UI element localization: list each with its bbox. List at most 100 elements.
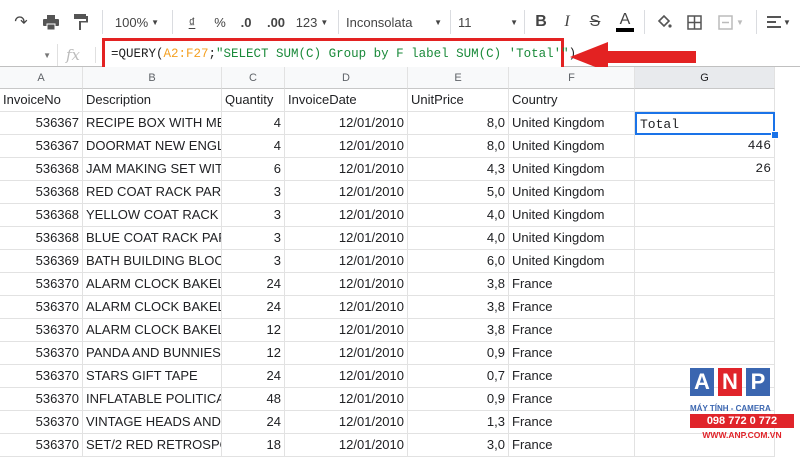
cell[interactable]: 12/01/2010 xyxy=(285,204,408,227)
cell[interactable]: 0,9 xyxy=(408,388,509,411)
cell[interactable] xyxy=(635,296,775,319)
cell[interactable]: 536368 xyxy=(0,158,83,181)
cell[interactable]: SET/2 RED RETROSPOT TEA TOWELS xyxy=(83,434,222,457)
cell[interactable]: France xyxy=(509,319,635,342)
font-size-select[interactable]: 11 ▼ xyxy=(458,8,518,36)
cell[interactable]: 536369 xyxy=(0,250,83,273)
cell[interactable]: 12/01/2010 xyxy=(285,365,408,388)
fill-color-icon[interactable] xyxy=(652,8,676,36)
cell[interactable]: BLUE COAT RACK PARIS FASHION xyxy=(83,227,222,250)
cell[interactable]: STARS GIFT TAPE xyxy=(83,365,222,388)
cell[interactable]: 1,3 xyxy=(408,411,509,434)
fill-handle[interactable] xyxy=(771,131,779,139)
cell[interactable]: 24 xyxy=(222,411,285,434)
cell[interactable]: United Kingdom xyxy=(509,135,635,158)
cell[interactable]: YELLOW COAT RACK PARIS FASHION xyxy=(83,204,222,227)
cell[interactable]: 4,3 xyxy=(408,158,509,181)
cell[interactable]: 24 xyxy=(222,273,285,296)
cell[interactable]: 4,0 xyxy=(408,227,509,250)
cell[interactable]: VINTAGE HEADS AND TAILS CARD GAME xyxy=(83,411,222,434)
cell[interactable]: PANDA AND BUNNIES STICKER SHEET xyxy=(83,342,222,365)
cell[interactable]: 4 xyxy=(222,112,285,135)
decrease-decimal-button[interactable]: .0 xyxy=(234,8,258,36)
column-header-g[interactable]: G xyxy=(635,67,775,89)
cell[interactable]: 6,0 xyxy=(408,250,509,273)
cell[interactable]: France xyxy=(509,388,635,411)
cell[interactable]: 3,0 xyxy=(408,434,509,457)
cell[interactable]: 536370 xyxy=(0,342,83,365)
header-cell[interactable]: UnitPrice xyxy=(408,89,509,112)
cell[interactable]: 12/01/2010 xyxy=(285,434,408,457)
cell[interactable]: JAM MAKING SET WITH JARS xyxy=(83,158,222,181)
cell[interactable]: 24 xyxy=(222,365,285,388)
column-header-b[interactable]: B xyxy=(83,67,222,89)
cell[interactable]: 12/01/2010 xyxy=(285,112,408,135)
cell[interactable]: 48 xyxy=(222,388,285,411)
header-cell[interactable]: Quantity xyxy=(222,89,285,112)
cell[interactable]: BATH BUILDING BLOCK WORD xyxy=(83,250,222,273)
cell[interactable]: 536368 xyxy=(0,227,83,250)
cell[interactable]: 536370 xyxy=(0,273,83,296)
cell[interactable]: 18 xyxy=(222,434,285,457)
cell[interactable]: 12/01/2010 xyxy=(285,135,408,158)
cell[interactable]: 3 xyxy=(222,250,285,273)
cell[interactable]: 536367 xyxy=(0,135,83,158)
cell[interactable] xyxy=(635,204,775,227)
cell[interactable]: 536368 xyxy=(0,181,83,204)
cell[interactable]: 12/01/2010 xyxy=(285,158,408,181)
cell[interactable]: 536370 xyxy=(0,319,83,342)
cell[interactable]: ALARM CLOCK BAKELIKE GREEN xyxy=(83,319,222,342)
cell[interactable]: RECIPE BOX WITH METAL HEART xyxy=(83,112,222,135)
cell[interactable]: United Kingdom xyxy=(509,158,635,181)
cell[interactable]: 3,8 xyxy=(408,273,509,296)
cell[interactable]: United Kingdom xyxy=(509,227,635,250)
cell[interactable]: 536367 xyxy=(0,112,83,135)
bold-button[interactable]: B xyxy=(530,8,552,36)
column-header-c[interactable]: C xyxy=(222,67,285,89)
cell[interactable]: 12/01/2010 xyxy=(285,273,408,296)
cell[interactable]: 446 xyxy=(635,135,775,158)
redo-icon[interactable]: ↷ xyxy=(8,8,34,36)
cell[interactable]: 12/01/2010 xyxy=(285,296,408,319)
percent-button[interactable]: % xyxy=(208,8,232,36)
cell[interactable]: France xyxy=(509,411,635,434)
cell[interactable]: 8,0 xyxy=(408,135,509,158)
cell[interactable]: United Kingdom xyxy=(509,181,635,204)
more-formats-button[interactable]: 123 ▼ xyxy=(292,8,332,36)
cell[interactable]: 12/01/2010 xyxy=(285,227,408,250)
cell[interactable]: RED COAT RACK PARIS FASHION xyxy=(83,181,222,204)
horizontal-align-icon[interactable]: ▼ xyxy=(764,8,794,36)
cell[interactable]: 5,0 xyxy=(408,181,509,204)
cell[interactable]: 12/01/2010 xyxy=(285,319,408,342)
cell[interactable]: 12 xyxy=(222,319,285,342)
cell[interactable]: 0,9 xyxy=(408,342,509,365)
cell[interactable]: 6 xyxy=(222,158,285,181)
cell[interactable]: France xyxy=(509,365,635,388)
cell[interactable] xyxy=(635,181,775,204)
cell[interactable] xyxy=(635,250,775,273)
column-header-d[interactable]: D xyxy=(285,67,408,89)
column-header-f[interactable]: F xyxy=(509,67,635,89)
header-cell[interactable]: InvoiceDate xyxy=(285,89,408,112)
cell[interactable]: 8,0 xyxy=(408,112,509,135)
cell[interactable]: 536370 xyxy=(0,365,83,388)
paint-format-icon[interactable] xyxy=(68,8,94,36)
cell[interactable]: 4,0 xyxy=(408,204,509,227)
cell[interactable]: 26 xyxy=(635,158,775,181)
cell[interactable]: 0,7 xyxy=(408,365,509,388)
cell[interactable]: ALARM CLOCK BAKELIKE PINK xyxy=(83,273,222,296)
currency-button[interactable]: ₫ xyxy=(180,8,204,36)
cell[interactable]: 536370 xyxy=(0,388,83,411)
cell[interactable]: 536370 xyxy=(0,296,83,319)
header-cell[interactable] xyxy=(635,89,775,112)
cell[interactable]: 3 xyxy=(222,181,285,204)
formula-input[interactable]: =QUERY(A2:F27; "SELECT SUM(C) Group by F … xyxy=(102,38,576,70)
cell[interactable]: 536370 xyxy=(0,434,83,457)
cell[interactable] xyxy=(635,227,775,250)
cell[interactable]: France xyxy=(509,434,635,457)
merge-cells-icon[interactable]: ▼ xyxy=(712,8,750,36)
cell[interactable]: ALARM CLOCK BAKELIKE RED xyxy=(83,296,222,319)
header-cell[interactable]: InvoiceNo xyxy=(0,89,83,112)
cell[interactable]: 3,8 xyxy=(408,319,509,342)
cell[interactable]: 3 xyxy=(222,204,285,227)
